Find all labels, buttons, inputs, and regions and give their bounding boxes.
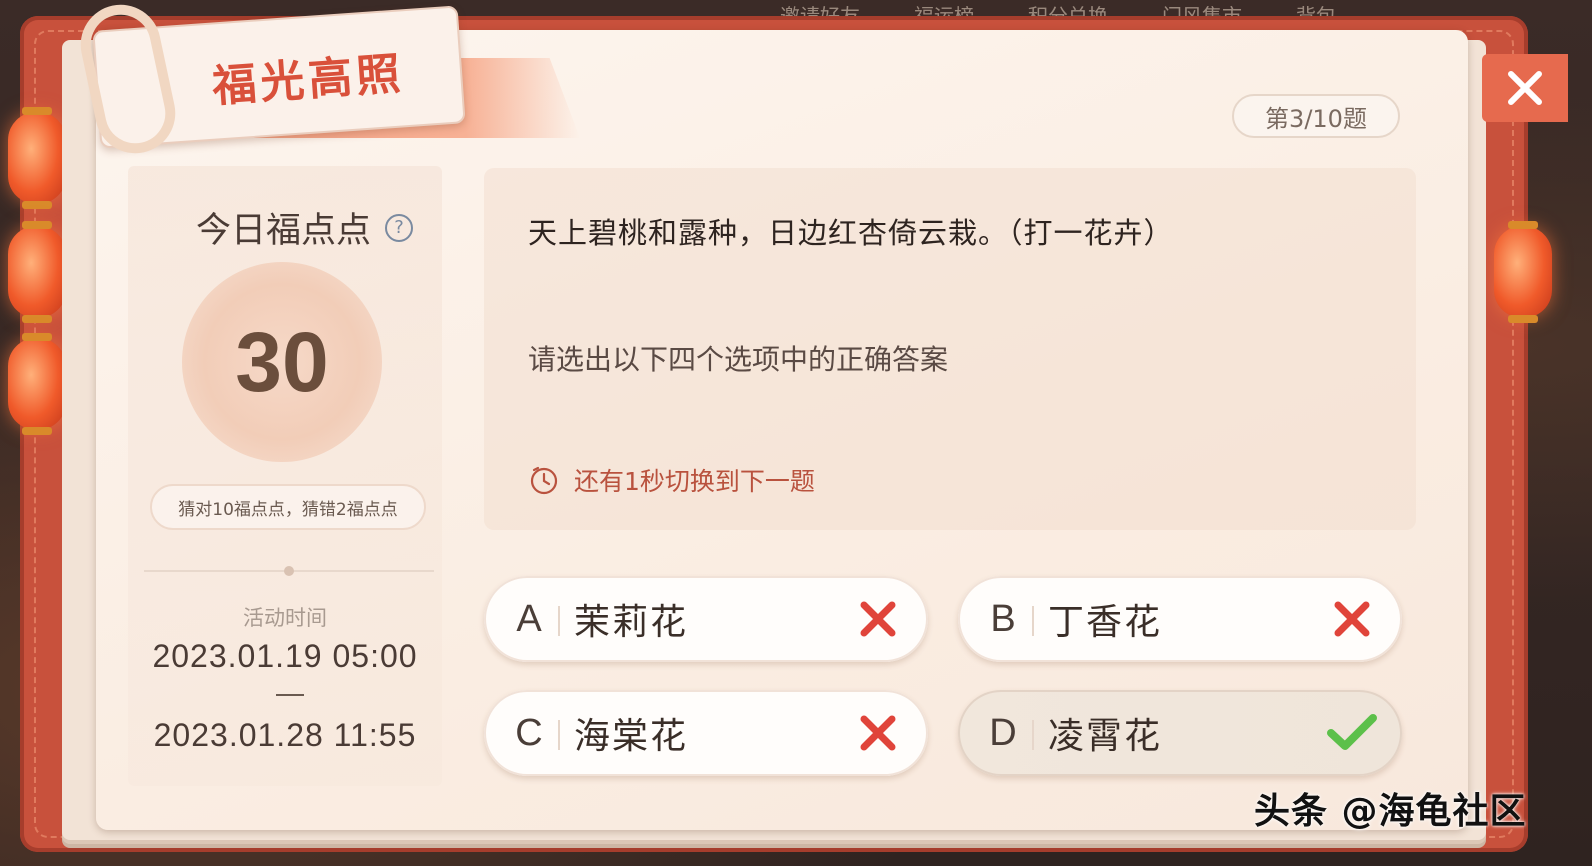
option-a-button[interactable]: A 茉莉花 [484,576,928,662]
close-button[interactable] [1482,54,1568,122]
option-b-button[interactable]: B 丁香花 [958,576,1402,662]
help-icon[interactable]: ? [385,213,414,242]
wrong-icon [828,713,928,753]
lantern-icon [8,107,66,209]
points-title: 今日福点点 [196,211,372,251]
clock-icon [530,466,558,495]
option-text: 丁香花 [1048,602,1163,643]
time-separator [276,694,304,696]
activity-start-time: 2023.01.19 05:00 [152,638,418,674]
divider-dot [284,566,294,576]
option-text: 凌霄花 [1048,716,1163,757]
option-letter: A [484,598,574,641]
option-letter: B [958,598,1048,641]
countdown-text: 还有1秒切换到下一题 [574,467,815,496]
close-icon [1508,71,1542,105]
points-badge: 30 [182,262,382,462]
option-letter: D [958,712,1048,755]
lantern-icon [8,221,66,323]
question-progress: 第3/10题 [1232,94,1400,138]
lantern-icon [1494,221,1552,323]
wrong-icon [1302,599,1402,639]
points-header: 今日福点点 ? [196,202,414,253]
check-icon [1302,713,1402,753]
wrong-icon [828,599,928,639]
riddle-text: 天上碧桃和露种，日边红杏倚云栽。（打一花卉） [528,216,1174,250]
instruction-text: 请选出以下四个选项中的正确答案 [528,343,949,376]
countdown: 还有1秒切换到下一题 [528,462,815,498]
option-text: 茉莉花 [574,602,689,643]
option-text: 海棠花 [574,716,689,757]
points-value: 30 [235,314,329,409]
points-rule: 猜对10福点点，猜错2福点点 [150,484,426,530]
watermark: 头条 @海龟社区 [1254,791,1527,832]
activity-end-time: 2023.01.28 11:55 [153,717,417,753]
lantern-icon [8,333,66,435]
event-title: 福光高照 [210,48,406,113]
points-panel [128,166,442,786]
option-letter: C [484,712,574,755]
option-c-button[interactable]: C 海棠花 [484,690,928,776]
activity-time-label: 活动时间 [243,606,327,630]
option-d-button[interactable]: D 凌霄花 [958,690,1402,776]
